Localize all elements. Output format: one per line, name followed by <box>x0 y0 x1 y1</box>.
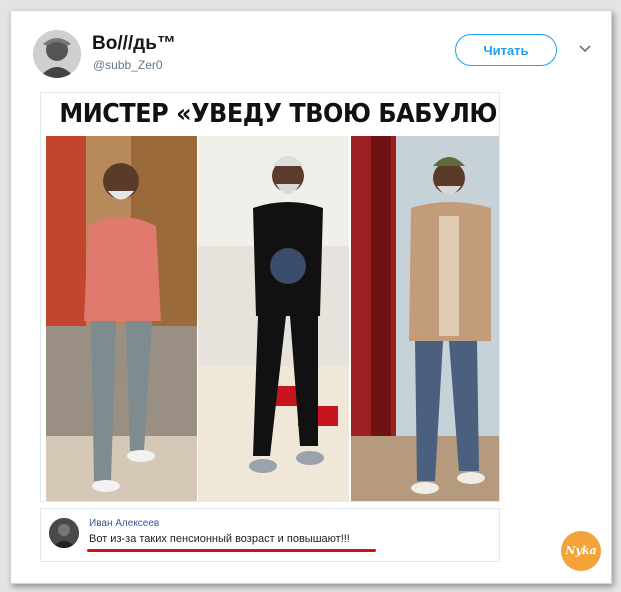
comment-text: Вот из-за таких пенсионный возраст и пов… <box>89 533 350 545</box>
commenter-avatar <box>49 518 79 548</box>
watermark-logo: Nyka <box>561 531 601 571</box>
user-handle[interactable]: @subb_Zer0 <box>93 58 163 72</box>
chevron-down-icon[interactable] <box>578 42 592 56</box>
photo-2 <box>198 136 349 501</box>
display-name[interactable]: Во///дь™ <box>92 33 176 55</box>
commenter-name: Иван Алексеев <box>89 518 160 529</box>
red-underline <box>87 549 376 552</box>
comment-screenshot: Иван Алексеев Вот из-за таких пенсионный… <box>40 508 500 562</box>
avatar[interactable] <box>33 30 81 78</box>
photo-3 <box>351 136 499 501</box>
photo-1 <box>46 136 197 501</box>
follow-button[interactable]: Читать <box>455 34 557 66</box>
avatar-image <box>33 30 81 78</box>
tweet-media[interactable]: МИСТЕР «УВЕДУ ТВОЮ БАБУЛЮ» <box>40 92 500 502</box>
meme-headline: МИСТЕР «УВЕДУ ТВОЮ БАБУЛЮ» <box>59 99 500 129</box>
